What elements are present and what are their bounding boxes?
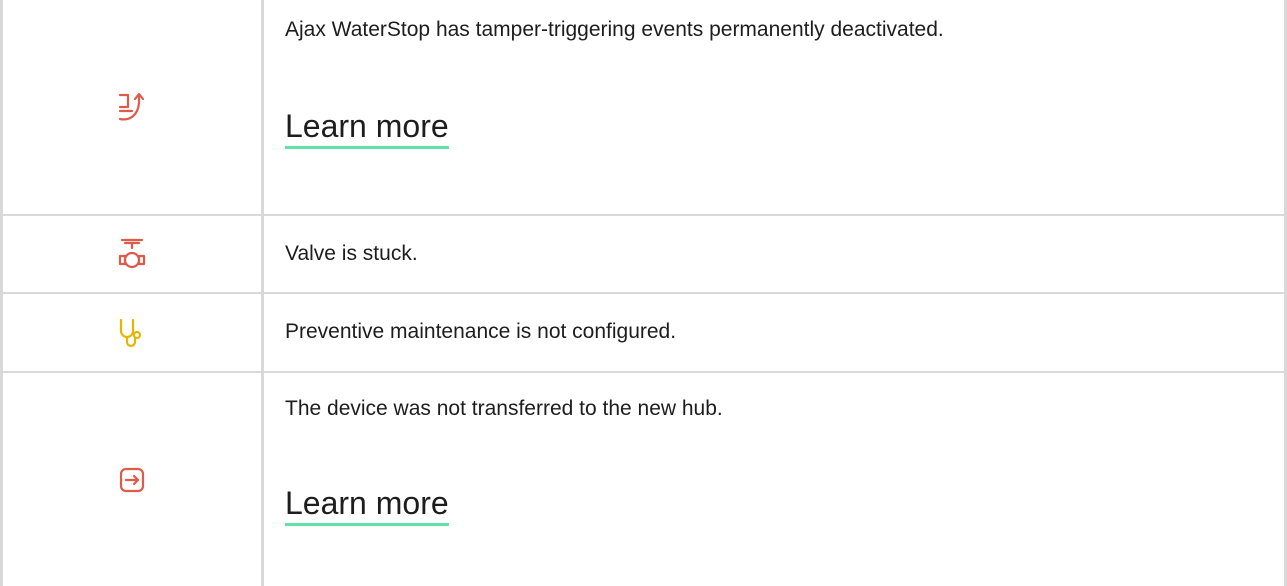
- icon-cell: [3, 216, 261, 292]
- learn-more-link[interactable]: Learn more: [285, 483, 449, 526]
- text-cell: Ajax WaterStop has tamper-triggering eve…: [285, 0, 1267, 214]
- valve-icon: [112, 234, 152, 274]
- icon-cell: [3, 294, 261, 371]
- table-row: Ajax WaterStop has tamper-triggering eve…: [0, 0, 1287, 214]
- text-cell: Preventive maintenance is not configured…: [285, 294, 1267, 371]
- status-table: Ajax WaterStop has tamper-triggering eve…: [0, 0, 1287, 586]
- table-row: The device was not transferred to the ne…: [0, 373, 1287, 586]
- learn-more-link[interactable]: Learn more: [285, 106, 449, 149]
- table-row: Valve is stuck.: [0, 216, 1287, 292]
- tamper-pipe-icon: [112, 87, 152, 127]
- row-description: The device was not transferred to the ne…: [285, 397, 723, 420]
- row-description: Ajax WaterStop has tamper-triggering eve…: [285, 18, 944, 41]
- row-description: Preventive maintenance is not configured…: [285, 320, 677, 343]
- icon-cell: [3, 373, 261, 586]
- table-row: Preventive maintenance is not configured…: [0, 294, 1287, 371]
- stethoscope-icon: [112, 313, 152, 353]
- transfer-arrow-icon: [112, 460, 152, 500]
- row-description: Valve is stuck.: [285, 242, 418, 265]
- text-cell: Valve is stuck.: [285, 216, 1267, 292]
- text-cell: The device was not transferred to the ne…: [285, 373, 1267, 586]
- icon-cell: [3, 0, 261, 214]
